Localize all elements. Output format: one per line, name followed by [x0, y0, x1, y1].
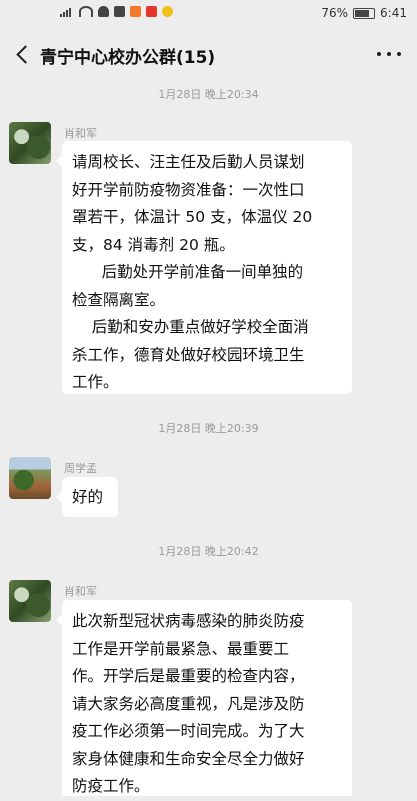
signal-icon — [60, 6, 74, 17]
message-bubble[interactable]: 此次新型冠状病毒感染的肺炎防疫 工作是开学前最紧急、最重要工 作。开学后是最重要… — [56, 600, 352, 796]
message-timestamp: 1月28日 晚上20:42 — [158, 545, 259, 558]
message-timestamp: 1月28日 晚上20:39 — [158, 422, 259, 435]
sender-name: 肖和军 — [64, 585, 97, 598]
chevron-left-icon[interactable] — [10, 42, 35, 66]
status-right: 76% 6:41 — [321, 6, 407, 20]
more-dots-icon[interactable] — [377, 46, 401, 62]
notification-icon — [98, 6, 109, 17]
clock: 6:41 — [380, 6, 407, 20]
message-timestamp: 1月28日 晚上20:34 — [158, 88, 259, 101]
avatar[interactable] — [9, 122, 51, 164]
chat-header: 青宁中心校办公群(15) — [0, 30, 417, 78]
app-orange-icon — [130, 6, 141, 17]
app-notification-icon — [114, 6, 125, 17]
battery-icon — [353, 7, 376, 19]
avatar[interactable] — [9, 580, 51, 622]
message-bubble[interactable]: 请周校长、汪主任及后勤人员谋划 好开学前防疫物资准备：一次性口 罩若干，体温计 … — [56, 141, 352, 394]
sender-name: 周学孟 — [64, 462, 97, 475]
avatar[interactable] — [9, 457, 51, 499]
chat-title: 青宁中心校办公群(15) — [40, 48, 216, 68]
app-yellow-icon — [162, 6, 173, 17]
app-red-icon — [146, 6, 157, 17]
sender-name: 肖和军 — [64, 127, 97, 140]
message-bubble[interactable]: 好的 — [56, 477, 118, 517]
status-bar: 76% 6:41 — [0, 0, 417, 30]
status-icons — [60, 6, 173, 17]
wifi-icon — [79, 6, 93, 17]
battery-percent: 76% — [321, 6, 349, 20]
